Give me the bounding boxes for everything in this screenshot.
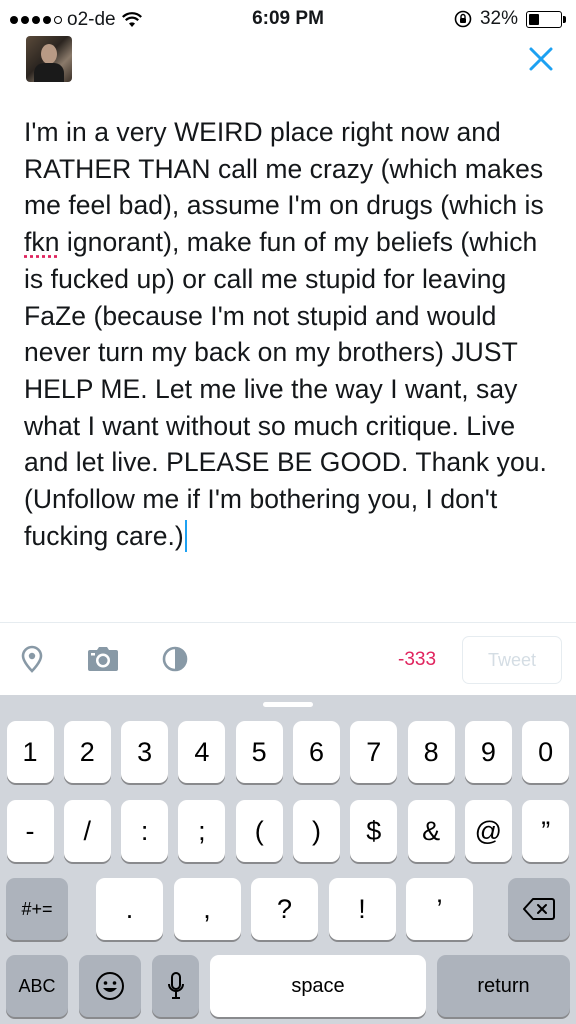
keyboard: 1 2 3 4 5 6 7 8 9 0- /:;() $ & @”.,?!’ #+= ABC space … xyxy=(0,695,576,1024)
emoji-icon xyxy=(96,972,124,1000)
battery-percent: 32% xyxy=(479,8,518,29)
key-3[interactable]: 3 xyxy=(121,721,169,783)
backspace-key[interactable] xyxy=(508,878,570,940)
key-abc[interactable]: ABC xyxy=(6,955,68,1017)
backspace-icon xyxy=(523,898,555,920)
dictation-key[interactable] xyxy=(152,955,199,1017)
key-1[interactable]: 1 xyxy=(6,721,54,783)
tweet-compose-field[interactable]: I'm in a very WEIRD place right now and … xyxy=(24,114,554,554)
character-count: -333 xyxy=(398,649,437,670)
key-comma[interactable]: , xyxy=(173,878,241,940)
key-8[interactable]: 8 xyxy=(407,721,455,783)
key-question[interactable]: ? xyxy=(251,878,318,940)
return-key[interactable]: return xyxy=(437,955,570,1017)
camera-icon[interactable] xyxy=(87,646,119,672)
key-semicolon[interactable]: ; xyxy=(178,800,226,862)
key-ampersand[interactable]: & xyxy=(407,800,455,862)
key-apostrophe[interactable]: ’ xyxy=(406,878,473,940)
orientation-lock-icon xyxy=(454,10,472,28)
key-5[interactable]: 5 xyxy=(235,721,283,783)
key-exclamation[interactable]: ! xyxy=(328,878,396,940)
key-0[interactable]: 0 xyxy=(522,721,570,783)
keyboard-handle[interactable] xyxy=(263,702,313,707)
microphone-icon xyxy=(167,972,184,999)
key-open-paren[interactable]: ( xyxy=(235,800,283,862)
status-bar: o2-de 6:09 PM 32% xyxy=(0,0,576,40)
key-4[interactable]: 4 xyxy=(178,721,226,783)
key-9[interactable]: 9 xyxy=(464,721,512,783)
close-icon xyxy=(529,47,553,71)
key-slash[interactable]: / xyxy=(63,800,111,862)
key-period[interactable]: . xyxy=(96,878,163,940)
emoji-key[interactable] xyxy=(79,955,141,1017)
key-2[interactable]: 2 xyxy=(63,721,111,783)
key-close-paren[interactable]: ) xyxy=(293,800,340,862)
key-colon[interactable]: : xyxy=(121,800,169,862)
key-7[interactable]: 7 xyxy=(350,721,398,783)
avatar xyxy=(26,36,72,82)
location-pin-icon[interactable] xyxy=(20,645,44,673)
battery-icon xyxy=(526,10,566,28)
battery-status: 32% xyxy=(454,8,566,30)
key-quote[interactable]: ” xyxy=(522,800,570,862)
space-key[interactable]: space xyxy=(210,955,426,1017)
misspelled-word[interactable]: fkn xyxy=(24,227,60,257)
key-hyphen[interactable]: - xyxy=(6,800,54,862)
tweet-button[interactable]: Tweet xyxy=(462,636,562,684)
close-button[interactable] xyxy=(526,44,556,74)
tweet-text: I'm in a very WEIRD place right now and … xyxy=(24,117,547,551)
poll-icon[interactable] xyxy=(162,646,188,672)
key-at[interactable]: @ xyxy=(464,800,512,862)
key-6[interactable]: 6 xyxy=(293,721,340,783)
key-symbols-toggle[interactable]: #+= xyxy=(6,878,68,940)
text-cursor xyxy=(184,519,188,552)
key-dollar[interactable]: $ xyxy=(350,800,398,862)
